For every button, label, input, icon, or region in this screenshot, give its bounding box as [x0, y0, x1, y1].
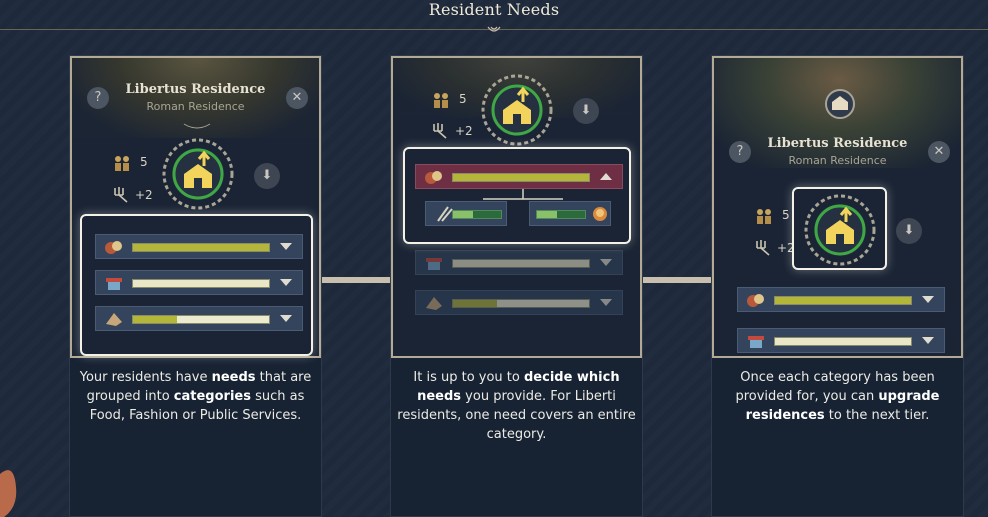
fashion-market-icon: [748, 336, 764, 348]
need-category-food[interactable]: [737, 287, 945, 312]
residence-name: Libertus Residence: [125, 82, 266, 97]
help-button[interactable]: ?: [729, 141, 751, 163]
food-icon: [747, 294, 764, 307]
pitchfork-icon: [756, 240, 770, 256]
need-fill-bar: [452, 299, 590, 308]
chevron-down-icon[interactable]: [922, 337, 934, 344]
tutorial-card-needs: Libertus Residence Roman Residence ? ✕ 5…: [69, 55, 322, 517]
chevron-down-icon[interactable]: [600, 259, 612, 266]
need-category-public-services[interactable]: [415, 290, 623, 315]
connector-line: [643, 277, 711, 283]
caption-text: It is up to you to: [413, 370, 524, 385]
public-services-icon: [426, 297, 442, 310]
caption-text: to the next tier.: [824, 408, 930, 423]
close-button[interactable]: ✕: [286, 87, 308, 109]
downgrade-button[interactable]: ⬇: [254, 163, 280, 189]
caption-text: Your residents have: [79, 370, 212, 385]
downgrade-button[interactable]: ⬇: [573, 98, 599, 124]
workforce-bonus: +2: [135, 188, 153, 202]
upgrade-residence-icon[interactable]: [479, 72, 555, 148]
chevron-down-icon[interactable]: [922, 296, 934, 303]
close-button[interactable]: ✕: [928, 141, 950, 163]
caption: Your residents have needs that are group…: [76, 368, 315, 425]
needs-highlight-frame: [80, 214, 313, 356]
corner-decoration-icon: [0, 470, 17, 517]
downgrade-button[interactable]: ⬇: [896, 218, 922, 244]
residence-name: Libertus Residence: [767, 136, 908, 151]
population-count: 5: [459, 92, 467, 106]
chevron-down-icon[interactable]: [600, 299, 612, 306]
caption-emphasis: categories: [173, 389, 251, 404]
divider-ornament-icon: [183, 123, 211, 129]
caption: It is up to you to decide which needs yo…: [397, 368, 636, 444]
population-icon: [115, 156, 129, 171]
need-category-fashion[interactable]: [415, 250, 623, 275]
caption: Once each category has been provided for…: [718, 368, 957, 425]
population-count: 5: [140, 155, 148, 169]
residence-type: Roman Residence: [146, 100, 245, 113]
help-button[interactable]: ?: [87, 87, 109, 109]
fashion-market-icon: [426, 258, 442, 270]
population-count: 5: [782, 208, 790, 222]
need-fill-bar: [774, 296, 912, 305]
tutorial-card-upgrade: Libertus Residence Roman Residence ? ✕ 5…: [711, 55, 964, 517]
caption-emphasis: needs: [211, 370, 256, 385]
upgrade-highlight-frame: [792, 187, 887, 270]
population-icon: [434, 93, 448, 108]
workforce-bonus: +2: [455, 124, 473, 138]
pitchfork-icon: [114, 187, 128, 203]
need-fill-bar: [452, 259, 590, 268]
needs-highlight-frame: [403, 147, 631, 244]
need-fill-bar: [774, 337, 912, 346]
residence-emblem-icon: [825, 89, 855, 119]
residence-type: Roman Residence: [788, 154, 887, 167]
need-category-fashion[interactable]: [737, 328, 945, 353]
connector-line: [322, 277, 390, 283]
ornament-icon: [487, 26, 501, 32]
tutorial-card-decide: 5 +2 ⬇ It is up to you to decide which n…: [390, 55, 643, 517]
pitchfork-icon: [433, 123, 447, 139]
upgrade-residence-icon[interactable]: [160, 136, 236, 212]
page-title: Resident Needs: [428, 0, 560, 19]
population-icon: [757, 209, 771, 224]
